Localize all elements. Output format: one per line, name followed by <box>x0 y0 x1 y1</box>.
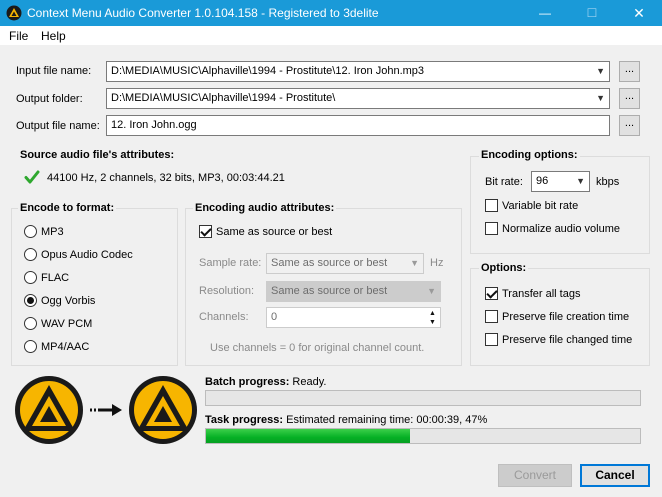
input-file-combo[interactable]: D:\MEDIA\MUSIC\Alphaville\1994 - Prostit… <box>106 61 610 82</box>
chevron-down-icon[interactable]: ▼ <box>410 258 419 268</box>
batch-progress-bar <box>205 390 641 406</box>
cancel-button[interactable]: Cancel <box>580 464 650 487</box>
maximize-button[interactable]: ☐ <box>569 0 615 26</box>
radio-mp4-aac[interactable] <box>24 340 37 353</box>
batch-progress-status: Ready. <box>292 376 327 388</box>
transfer-tags-label[interactable]: Transfer all tags <box>502 288 580 300</box>
preserve-creation-checkbox[interactable] <box>485 310 498 323</box>
channels-spinbox[interactable]: 0 ▲ ▼ <box>266 307 441 328</box>
resolution-label: Resolution: <box>199 285 255 297</box>
output-folder-browse-button[interactable]: ... <box>619 88 640 109</box>
vbr-checkbox[interactable] <box>485 199 498 212</box>
radio-opus-label[interactable]: Opus Audio Codec <box>41 249 133 261</box>
source-attributes-title: Source audio file's attributes: <box>18 149 177 161</box>
window-title: Context Menu Audio Converter 1.0.104.158… <box>27 6 379 20</box>
vbr-label[interactable]: Variable bit rate <box>502 200 578 212</box>
sample-rate-label: Sample rate: <box>199 257 262 269</box>
source-info-text: 44100 Hz, 2 channels, 32 bits, MP3, 00:0… <box>47 172 285 184</box>
radio-mp3[interactable] <box>24 225 37 238</box>
chevron-down-icon[interactable]: ▼ <box>596 66 605 76</box>
title-bar: Context Menu Audio Converter 1.0.104.158… <box>0 0 662 26</box>
preserve-changed-checkbox[interactable] <box>485 333 498 346</box>
radio-wav-pcm-label[interactable]: WAV PCM <box>41 318 92 330</box>
output-name-browse-button[interactable]: ... <box>619 115 640 136</box>
radio-ogg-vorbis[interactable] <box>24 294 37 307</box>
preserve-creation-label[interactable]: Preserve file creation time <box>502 311 629 323</box>
output-name-label: Output file name: <box>16 120 100 132</box>
output-folder-label: Output folder: <box>16 93 83 105</box>
sample-rate-unit: Hz <box>430 257 444 269</box>
bitrate-label: Bit rate: <box>485 176 523 188</box>
aimp-logo-icon <box>15 376 83 444</box>
normalize-label[interactable]: Normalize audio volume <box>502 223 620 235</box>
spin-up-icon[interactable]: ▲ <box>426 309 439 318</box>
task-progress-label: Task progress: <box>205 414 284 426</box>
convert-button[interactable]: Convert <box>498 464 572 487</box>
app-icon <box>6 5 22 21</box>
batch-progress-label: Batch progress: <box>205 376 290 388</box>
chevron-down-icon[interactable]: ▼ <box>427 286 436 296</box>
radio-opus[interactable] <box>24 248 37 261</box>
output-name-value: 12. Iron John.ogg <box>111 119 197 131</box>
spin-down-icon[interactable]: ▼ <box>426 318 439 327</box>
resolution-combo[interactable]: Same as source or best ▼ <box>266 281 441 302</box>
input-browse-button[interactable]: ... <box>619 61 640 82</box>
input-file-value: D:\MEDIA\MUSIC\Alphaville\1994 - Prostit… <box>111 65 425 77</box>
output-folder-combo[interactable]: D:\MEDIA\MUSIC\Alphaville\1994 - Prostit… <box>106 88 610 109</box>
options-title: Options: <box>479 262 529 274</box>
task-progress-bar <box>205 428 641 444</box>
bitrate-value: 96 <box>536 175 549 187</box>
close-button[interactable]: ✕ <box>616 0 662 26</box>
aimp-logo-icon <box>129 376 197 444</box>
transfer-tags-checkbox[interactable] <box>485 287 498 300</box>
task-progress-fill <box>206 429 410 443</box>
channels-hint: Use channels = 0 for original channel co… <box>210 342 425 354</box>
sample-rate-combo[interactable]: Same as source or best ▼ <box>266 253 424 274</box>
same-as-source-checkbox[interactable] <box>199 225 212 238</box>
arrow-right-icon <box>90 404 122 416</box>
radio-mp4-aac-label[interactable]: MP4/AAC <box>41 341 89 353</box>
radio-wav-pcm[interactable] <box>24 317 37 330</box>
resolution-value: Same as source or best <box>271 285 388 297</box>
output-folder-value: D:\MEDIA\MUSIC\Alphaville\1994 - Prostit… <box>111 92 336 104</box>
chevron-down-icon[interactable]: ▼ <box>576 176 585 186</box>
bitrate-unit: kbps <box>596 176 620 188</box>
sample-rate-value: Same as source or best <box>271 257 388 269</box>
menu-help[interactable]: Help <box>41 29 66 43</box>
encoding-options-title: Encoding options: <box>479 149 580 161</box>
radio-flac-label[interactable]: FLAC <box>41 272 69 284</box>
bitrate-combo[interactable]: 96 ▼ <box>531 171 590 192</box>
preserve-changed-label[interactable]: Preserve file changed time <box>502 334 632 346</box>
encoding-attributes-title: Encoding audio attributes: <box>193 202 337 214</box>
chevron-down-icon[interactable]: ▼ <box>596 93 605 103</box>
menu-bar: File Help <box>0 26 662 46</box>
output-name-field[interactable]: 12. Iron John.ogg <box>106 115 610 136</box>
radio-mp3-label[interactable]: MP3 <box>41 226 64 238</box>
same-as-source-label[interactable]: Same as source or best <box>216 226 332 238</box>
radio-ogg-vorbis-label[interactable]: Ogg Vorbis <box>41 295 95 307</box>
normalize-checkbox[interactable] <box>485 222 498 235</box>
channels-label: Channels: <box>199 311 249 323</box>
encode-format-title: Encode to format: <box>18 202 117 214</box>
radio-flac[interactable] <box>24 271 37 284</box>
task-progress-status: Estimated remaining time: 00:00:39, 47% <box>286 414 488 426</box>
checkmark-icon <box>24 170 40 184</box>
minimize-button[interactable]: — <box>522 0 568 26</box>
input-file-label: Input file name: <box>16 65 92 77</box>
channels-value: 0 <box>271 311 278 323</box>
menu-file[interactable]: File <box>9 29 28 43</box>
